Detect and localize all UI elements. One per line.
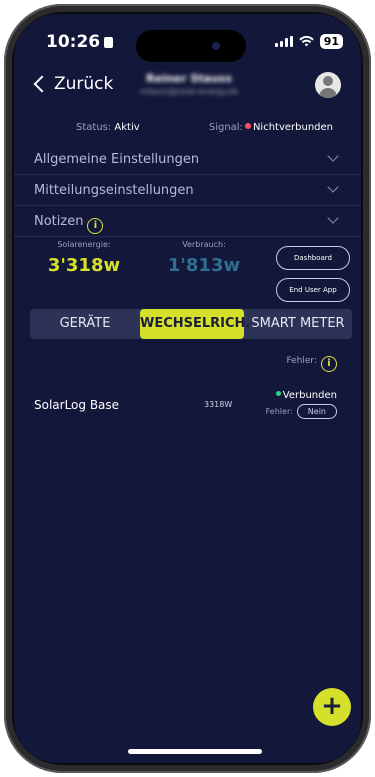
device-connection-status: Verbunden — [275, 390, 337, 401]
back-label: Zurück — [54, 74, 114, 94]
status-icons: 91 — [274, 34, 343, 49]
error-filter-label: Fehler: — [286, 356, 317, 366]
error-label: Fehler: — [265, 407, 293, 416]
chevron-left-icon — [33, 75, 51, 93]
clock: 10:26 — [46, 32, 114, 52]
battery-icon: 91 — [319, 34, 343, 49]
user-info: Reiner Stauss rstauss@solar-energy.de — [124, 72, 254, 96]
section-label: Mitteilungseinstellungen — [34, 183, 194, 198]
back-button[interactable]: Zurück — [32, 74, 113, 94]
add-button[interactable]: + — [313, 688, 351, 726]
signal-value: Nichtverbunden — [252, 122, 333, 133]
error-value-badge: Nein — [296, 404, 337, 419]
home-indicator[interactable] — [128, 749, 262, 754]
app-screen: 10:26 91 Zurück Reiner Stauss rstauss@so… — [14, 14, 361, 763]
info-icon[interactable]: i — [87, 218, 104, 234]
avatar[interactable] — [315, 72, 341, 98]
list-item[interactable]: SolarLog Base 3318W Verbunden Fehler: Ne… — [14, 386, 361, 426]
disconnected-dot-icon — [244, 123, 251, 129]
device-name: SolarLog Base — [34, 398, 120, 412]
chevron-down-icon — [327, 150, 339, 162]
avatar-head-icon — [323, 76, 333, 86]
consumption: Verbrauch: 1'813w — [154, 240, 254, 276]
section-label-wrap: Notizen i — [34, 214, 104, 234]
solar-energy: Solarenergie: 3'318w — [34, 240, 134, 276]
tab-devices[interactable]: GERÄTE — [30, 309, 140, 339]
solar-energy-label: Solarenergie: — [57, 240, 111, 249]
device-type-tabs: GERÄTE WECHSELRICH... SMART METER — [30, 309, 352, 339]
info-icon[interactable]: i — [321, 356, 337, 372]
chevron-down-icon — [327, 181, 339, 193]
signal-indicator: Signal: Nichtverbunden — [209, 122, 333, 133]
user-name: Reiner Stauss — [146, 72, 232, 85]
status-indicator: Status: Aktiv — [76, 122, 140, 133]
nav-bar: Zurück Reiner Stauss rstauss@solar-energ… — [14, 68, 361, 112]
section-general-settings[interactable]: Allgemeine Einstellungen — [14, 144, 361, 175]
wifi-icon — [298, 36, 314, 47]
chevron-down-icon — [327, 212, 339, 224]
device-error-status: Fehler: Nein — [266, 404, 337, 419]
solar-energy-value: 3'318w — [47, 255, 121, 276]
section-message-settings[interactable]: Mitteilungseinstellungen — [14, 175, 361, 206]
section-label: Notizen — [34, 214, 84, 229]
energy-summary: Solarenergie: 3'318w Verbrauch: 1'813w D… — [14, 240, 361, 302]
clock-text: 10:26 — [46, 32, 101, 52]
signal-icon — [274, 36, 293, 47]
dynamic-island — [136, 30, 246, 62]
end-user-app-button[interactable]: End User App — [276, 278, 350, 302]
user-email: rstauss@solar-energy.de — [139, 87, 239, 96]
device-power: 3318W — [204, 400, 233, 409]
status-value: Aktiv — [114, 122, 140, 133]
error-filter: Fehler: i — [286, 356, 337, 372]
tab-inverter[interactable]: WECHSELRICH... — [140, 309, 260, 339]
consumption-value: 1'813w — [167, 255, 241, 276]
camera-dot — [212, 42, 220, 50]
section-notes[interactable]: Notizen i — [14, 206, 361, 237]
tab-smart-meter[interactable]: SMART METER — [244, 309, 352, 339]
system-status-bar: 10:26 91 — [14, 14, 361, 62]
status-label: Status: — [76, 122, 112, 133]
section-label: Allgemeine Einstellungen — [34, 152, 200, 167]
connection-label: Verbunden — [282, 390, 337, 401]
connection-status-row: Status: Aktiv Signal: Nichtverbunden — [14, 122, 361, 138]
signal-label: Signal: — [208, 122, 243, 133]
dashboard-button[interactable]: Dashboard — [276, 246, 350, 270]
notification-icon — [104, 37, 114, 48]
avatar-body-icon — [319, 88, 337, 98]
consumption-label: Verbrauch: — [182, 240, 226, 249]
connected-dot-icon — [275, 391, 281, 396]
